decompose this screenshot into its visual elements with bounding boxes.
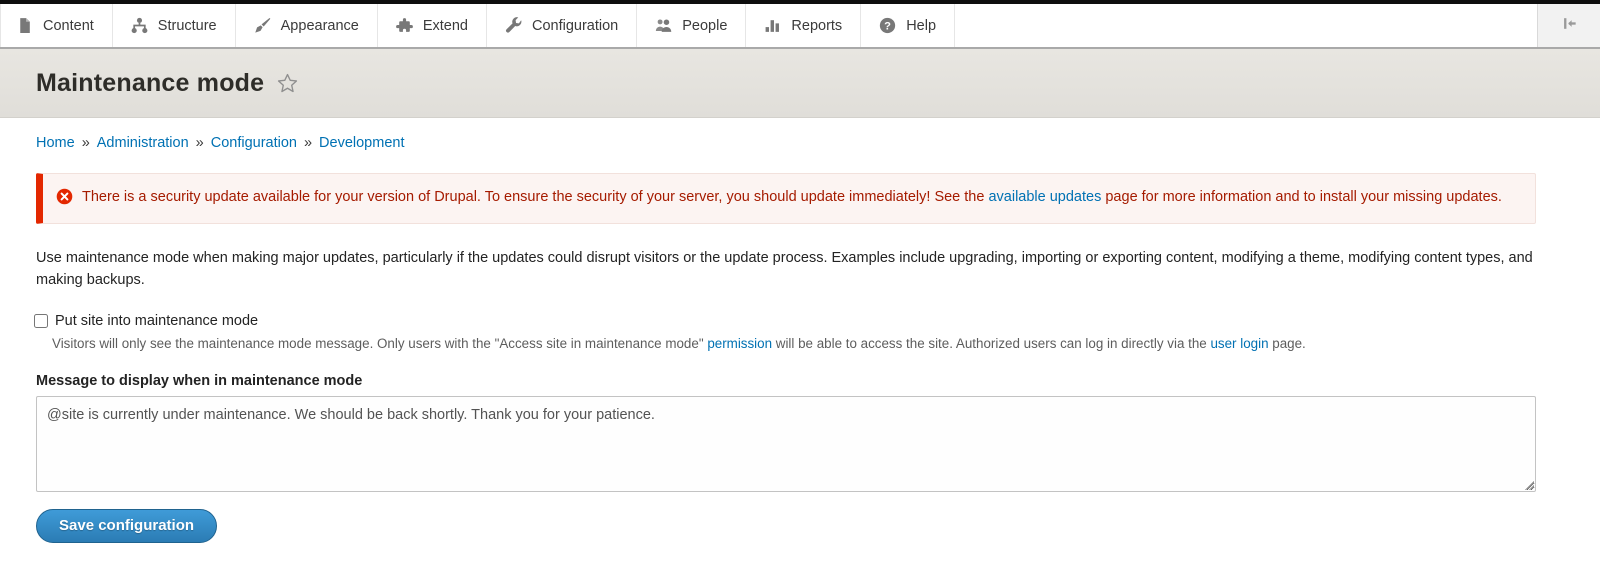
- toolbar-orientation-toggle[interactable]: [1537, 4, 1600, 47]
- main-content: Home » Administration » Configuration » Develo…: [0, 135, 1600, 543]
- breadcrumb: Home » Administration » Configuration » Develo…: [36, 135, 1536, 151]
- toolbar-item-help[interactable]: ? Help: [861, 4, 955, 47]
- maintenance-mode-checkbox-label[interactable]: Put site into maintenance mode: [55, 313, 258, 329]
- toolbar-item-people[interactable]: People: [637, 4, 746, 47]
- help-icon: ?: [879, 17, 896, 34]
- breadcrumb-separator: »: [304, 135, 312, 151]
- maintenance-mode-description: Visitors will only see the maintenance m…: [52, 334, 1536, 353]
- toolbar-spacer: [955, 4, 1537, 47]
- toolbar-item-label: Help: [906, 18, 936, 34]
- maintenance-mode-checkbox[interactable]: [34, 314, 48, 328]
- breadcrumb-link-configuration[interactable]: Configuration: [211, 135, 297, 151]
- toolbar-item-appearance[interactable]: Appearance: [236, 4, 378, 47]
- maintenance-mode-checkbox-row: Put site into maintenance mode: [34, 313, 1536, 329]
- toolbar-item-label: Configuration: [532, 18, 618, 34]
- sitemap-icon: [131, 17, 148, 34]
- breadcrumb-link-administration[interactable]: Administration: [97, 135, 189, 151]
- file-icon: [16, 17, 33, 34]
- star-icon[interactable]: [277, 73, 298, 94]
- toolbar-item-label: Extend: [423, 18, 468, 34]
- toolbar-item-content[interactable]: Content: [0, 4, 113, 47]
- toolbar-item-label: Appearance: [281, 18, 359, 34]
- page-header: Maintenance mode: [0, 49, 1600, 118]
- maintenance-message-field-wrap: @site is currently under maintenance. We…: [36, 396, 1536, 492]
- user-login-link[interactable]: user login: [1210, 336, 1268, 351]
- toolbar-item-label: Content: [43, 18, 94, 34]
- intro-paragraph: Use maintenance mode when making major u…: [36, 247, 1536, 291]
- error-icon: [56, 188, 73, 209]
- people-icon: [655, 17, 672, 34]
- toolbar-item-label: Reports: [791, 18, 842, 34]
- toolbar-item-configuration[interactable]: Configuration: [487, 4, 637, 47]
- puzzle-icon: [396, 17, 413, 34]
- breadcrumb-separator: »: [196, 135, 204, 151]
- maintenance-message-label: Message to display when in maintenance m…: [36, 373, 1536, 389]
- maintenance-message-textarea[interactable]: @site is currently under maintenance. We…: [36, 396, 1536, 492]
- save-configuration-button[interactable]: Save configuration: [36, 509, 217, 543]
- toolbar-item-structure[interactable]: Structure: [113, 4, 236, 47]
- error-message-text: There is a security update available for…: [82, 186, 1502, 208]
- description-part-1: Visitors will only see the maintenance m…: [52, 336, 707, 351]
- breadcrumb-link-development[interactable]: Development: [319, 135, 404, 151]
- toolbar-item-label: Structure: [158, 18, 217, 34]
- svg-text:?: ?: [884, 20, 891, 32]
- toggle-orientation-icon: [1561, 15, 1578, 36]
- available-updates-link[interactable]: available updates: [988, 189, 1101, 205]
- admin-toolbar: Content Structure Appearance Extend Conf…: [0, 4, 1600, 49]
- bar-chart-icon: [764, 17, 781, 34]
- page-title: Maintenance mode: [36, 69, 264, 98]
- description-part-3: page.: [1269, 336, 1306, 351]
- error-text-after: page for more information and to install…: [1101, 189, 1502, 205]
- breadcrumb-separator: »: [82, 135, 90, 151]
- toolbar-item-extend[interactable]: Extend: [378, 4, 487, 47]
- error-message-box: There is a security update available for…: [36, 173, 1536, 224]
- paintbrush-icon: [254, 17, 271, 34]
- error-text-before: There is a security update available for…: [82, 189, 988, 205]
- toolbar-item-label: People: [682, 18, 727, 34]
- wrench-icon: [505, 17, 522, 34]
- toolbar-item-reports[interactable]: Reports: [746, 4, 861, 47]
- description-part-2: will be able to access the site. Authori…: [772, 336, 1210, 351]
- breadcrumb-link-home[interactable]: Home: [36, 135, 75, 151]
- permission-link[interactable]: permission: [707, 336, 772, 351]
